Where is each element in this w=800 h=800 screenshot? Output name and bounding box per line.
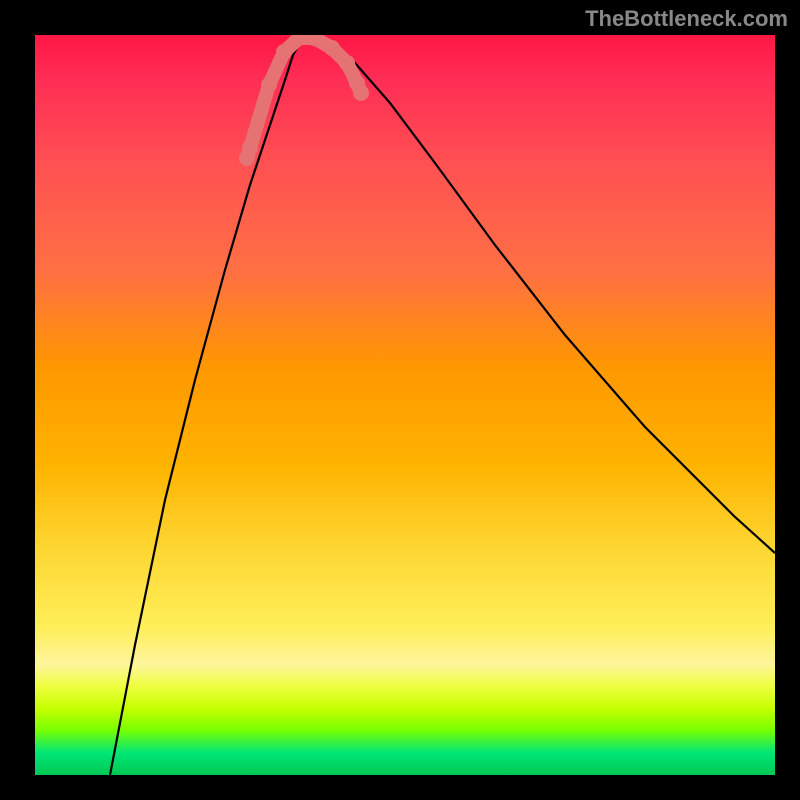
chart-container: TheBottleneck.com: [0, 0, 800, 800]
chart-curves: [35, 35, 775, 775]
marker-point: [339, 55, 355, 71]
plot-area: [35, 35, 775, 775]
watermark-text: TheBottleneck.com: [585, 6, 788, 32]
marker-point: [353, 85, 369, 101]
marker-point: [276, 44, 292, 60]
bottleneck-curve: [110, 37, 775, 775]
marker-point: [261, 77, 277, 93]
marker-point: [324, 40, 340, 56]
marker-point: [242, 140, 258, 156]
